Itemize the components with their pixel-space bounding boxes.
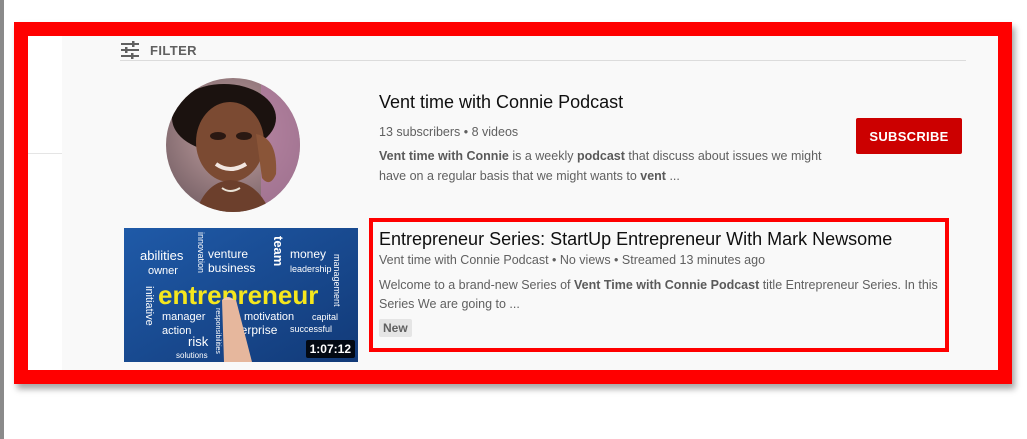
subscribe-button[interactable]: SUBSCRIBE — [856, 118, 962, 154]
thumb-word: initiative — [143, 286, 155, 326]
desc-bold: podcast — [576, 149, 625, 163]
channel-title-link[interactable]: Vent time with Connie Podcast — [379, 92, 623, 113]
thumb-word-main: entrepreneur — [158, 280, 318, 310]
thumb-word: motivation — [244, 311, 294, 323]
thumb-word: innovation — [196, 232, 206, 273]
new-badge: New — [379, 319, 412, 337]
video-title-link[interactable]: Entrepreneur Series: StartUp Entrepreneu… — [379, 229, 892, 250]
thumb-word: successful — [290, 324, 332, 334]
channel-meta: 13 subscribers • 8 videos — [379, 125, 519, 139]
video-thumbnail[interactable]: abilities owner venture business team mo… — [124, 228, 358, 362]
thumb-word: team — [271, 236, 286, 266]
thumb-word: action — [162, 325, 191, 337]
desc-bold: Vent Time with Connie Podcast — [574, 278, 760, 292]
desc-bold: vent — [640, 169, 666, 183]
video-duration: 1:07:12 — [305, 340, 355, 358]
thumb-word: abilities — [140, 248, 184, 263]
filter-button[interactable]: FILTER — [120, 38, 197, 62]
channel-description: Vent time with Connie is a weekly podcas… — [379, 146, 849, 186]
filter-sliders-icon — [120, 41, 140, 59]
left-panel-strip — [28, 36, 62, 370]
channel-avatar[interactable] — [166, 78, 300, 212]
filter-label: FILTER — [150, 42, 197, 58]
thumb-word: management — [332, 254, 342, 307]
thumb-word: business — [208, 261, 255, 275]
video-description: Welcome to a brand-new Series of Vent Ti… — [379, 276, 944, 314]
thumb-word: risk — [188, 334, 209, 349]
thumb-word: solutions — [176, 351, 208, 360]
search-results-highlight-frame: FILTER Vent time with Connie Podcast 13 … — [14, 22, 1012, 384]
thumb-word: manager — [162, 311, 206, 323]
desc-bold: Vent time with Connie — [379, 149, 509, 163]
thumb-word: leadership — [290, 264, 332, 274]
video-meta: Vent time with Connie Podcast • No views… — [379, 253, 766, 267]
thumb-word: money — [290, 247, 326, 261]
filter-divider — [120, 60, 966, 61]
thumb-word: responsibilities — [214, 308, 221, 354]
desc-text: Welcome to a brand-new Series of — [379, 278, 575, 292]
thumb-word: owner — [148, 265, 178, 277]
thumb-word: venture — [208, 247, 248, 261]
desc-text: ... — [665, 169, 680, 183]
panel-divider — [28, 153, 62, 154]
desc-text: is a weekly — [508, 149, 577, 163]
thumb-word: capital — [312, 312, 338, 322]
left-edge-rule — [0, 0, 4, 439]
